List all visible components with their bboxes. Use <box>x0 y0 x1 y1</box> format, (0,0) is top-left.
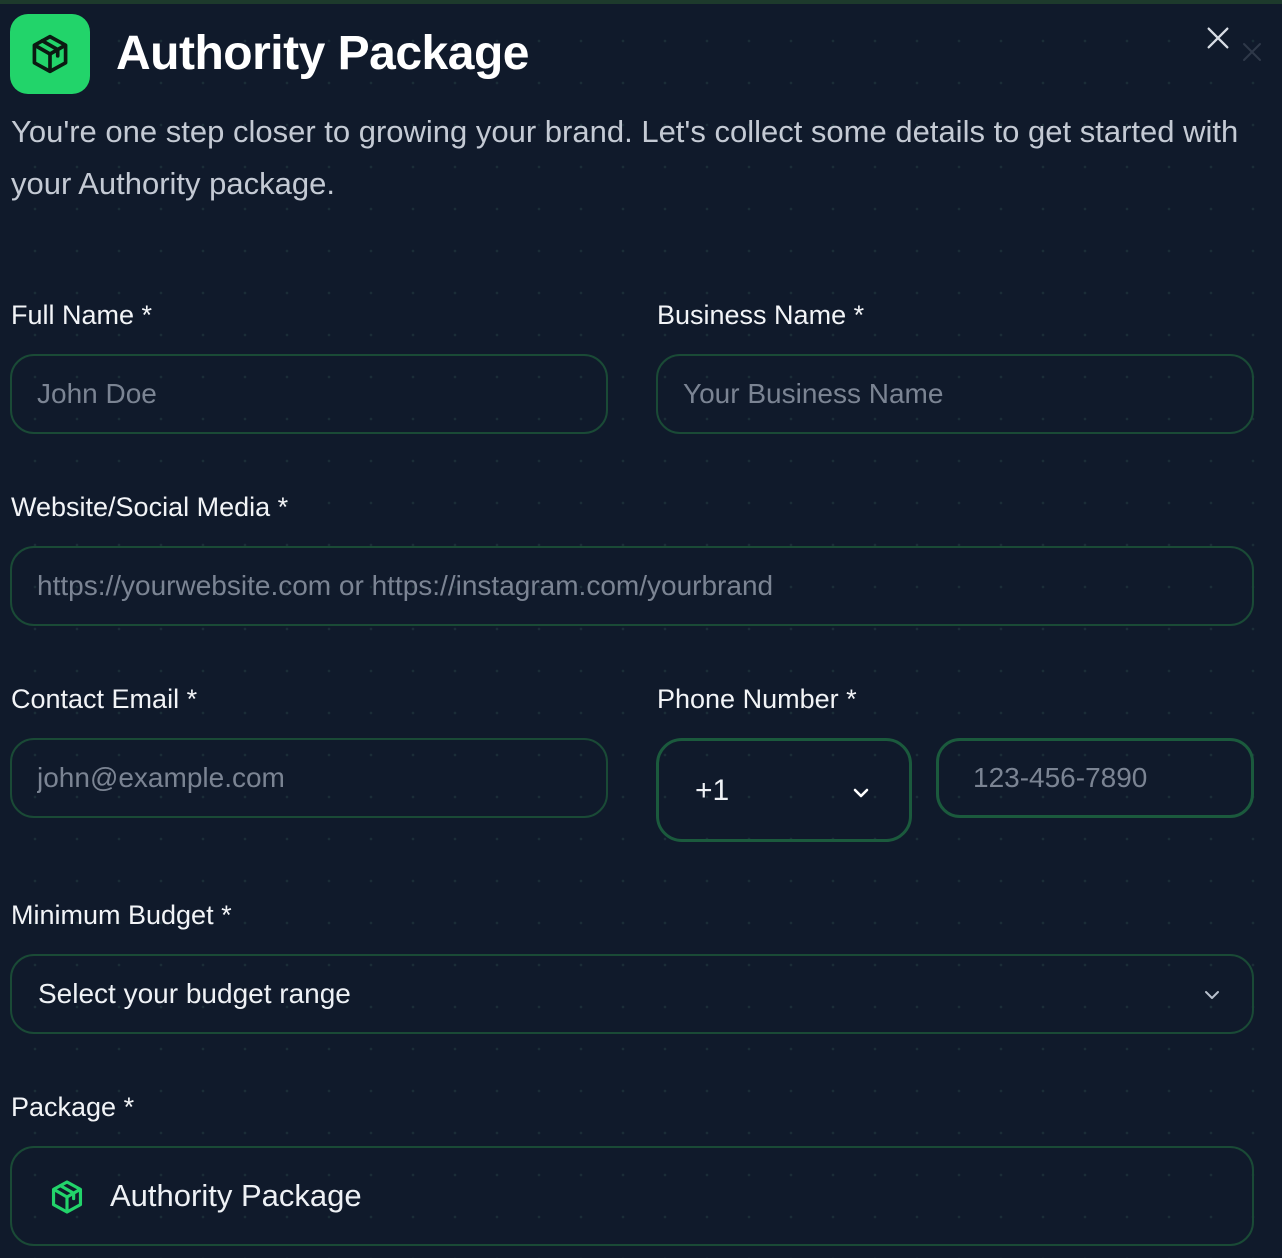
authority-package-dialog: Authority Package You're one step closer… <box>0 0 1282 1258</box>
budget-select-value: Select your budget range <box>38 978 351 1009</box>
budget-select[interactable]: Select your budget range <box>10 954 1254 1034</box>
full-name-input[interactable] <box>10 354 608 434</box>
close-button[interactable] <box>1198 18 1238 58</box>
dialog-subtitle: You're one step closer to growing your b… <box>11 114 1239 201</box>
top-divider <box>0 0 1282 4</box>
chevron-down-icon <box>1205 991 1219 999</box>
close-ghost-icon <box>1243 43 1261 61</box>
business-name-input[interactable] <box>656 354 1254 434</box>
phone-number-input[interactable] <box>936 738 1254 818</box>
full-name-label: Full Name * <box>11 300 153 330</box>
close-icon <box>1207 27 1229 49</box>
package-icon <box>51 1180 83 1214</box>
package-label: Package * <box>11 1092 135 1122</box>
country-code-value: +1 <box>695 774 730 807</box>
website-input[interactable] <box>10 546 1254 626</box>
business-name-label: Business Name * <box>657 300 865 330</box>
country-code-select[interactable]: +1 <box>656 738 912 842</box>
phone-number-label: Phone Number * <box>657 684 857 714</box>
contact-email-label: Contact Email * <box>11 684 198 714</box>
package-icon <box>32 34 68 74</box>
website-label: Website/Social Media * <box>11 492 289 522</box>
contact-email-input[interactable] <box>10 738 608 818</box>
header-package-icon-badge <box>10 14 90 94</box>
chevron-down-icon <box>853 788 869 798</box>
dialog-title: Authority Package <box>116 27 529 80</box>
minimum-budget-label: Minimum Budget * <box>11 900 232 930</box>
package-value: Authority Package <box>110 1178 362 1213</box>
package-field[interactable]: Authority Package <box>10 1146 1254 1246</box>
